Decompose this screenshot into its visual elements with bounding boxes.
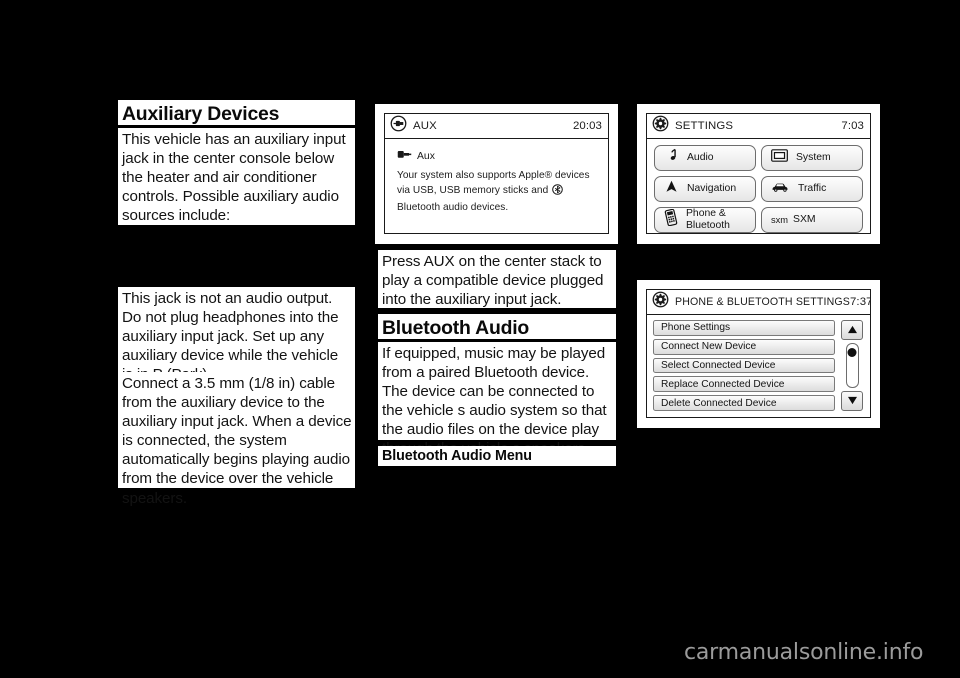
site-watermark: carmanualsonline.info xyxy=(684,640,924,665)
settings-tile-grid: Audio System Navigation Traffic Phone & … xyxy=(647,139,870,233)
registered-mark: ® xyxy=(544,170,553,181)
traffic-car-icon xyxy=(771,180,790,198)
column2-paragraph-2-block: If equipped, music may be played from a … xyxy=(378,342,616,457)
triangle-up-icon xyxy=(847,321,858,339)
column1-paragraph-2-block: This jack is not an audio output. Do not… xyxy=(118,287,355,384)
body-text: This vehicle has an auxiliary input jack… xyxy=(122,131,346,225)
settings-tile-navigation[interactable]: Navigation xyxy=(654,176,756,202)
scroll-down-button[interactable] xyxy=(841,391,863,411)
column1-heading-block: Auxiliary Devices xyxy=(118,100,355,125)
phone-bluetooth-screen: PHONE & BLUETOOTH SETTINGS 7:37 Phone Se… xyxy=(646,289,871,418)
settings-tile-label: SXM xyxy=(793,214,816,225)
aux-plug-icon xyxy=(390,115,407,137)
aux-description: Your system also supports Apple® devices… xyxy=(397,168,598,215)
aux-screen-titlebar: AUX 20:03 xyxy=(385,114,608,139)
scrollbar-track[interactable] xyxy=(845,343,859,388)
settings-screen-figure: SETTINGS 7:03 Audio System Navigation Tr… xyxy=(637,104,880,244)
aux-description-part3: Bluetooth audio devices. xyxy=(397,202,509,213)
settings-tile-label: Audio xyxy=(687,152,714,163)
scrollbar[interactable] xyxy=(840,320,864,411)
navigation-arrow-icon xyxy=(664,179,679,199)
column1-paragraph-3-block: Connect a 3.5 mm (1/8 in) cable from the… xyxy=(118,372,355,507)
aux-source-label: Aux xyxy=(417,150,435,162)
column1-paragraph-1-block: This vehicle has an auxiliary input jack… xyxy=(118,128,355,225)
list-item[interactable]: Connect New Device xyxy=(653,338,835,355)
display-icon xyxy=(771,149,788,167)
settings-tile-audio[interactable]: Audio xyxy=(654,145,756,171)
list-item[interactable]: Replace Connected Device xyxy=(653,376,835,393)
phone-bluetooth-titlebar: PHONE & BLUETOOTH SETTINGS 7:37 xyxy=(647,290,870,315)
manual-page: Auxiliary Devices This vehicle has an au… xyxy=(0,0,960,678)
aux-screen-figure: AUX 20:03 Aux Your system also supports … xyxy=(375,104,618,244)
page-title: Auxiliary Devices xyxy=(122,103,280,125)
settings-tile-label-line1: Phone & xyxy=(686,208,726,219)
phone-bluetooth-title: PHONE & BLUETOOTH SETTINGS xyxy=(675,296,850,308)
settings-screen-title: SETTINGS xyxy=(675,120,734,132)
aux-screen-title: AUX xyxy=(413,120,437,132)
phone-icon xyxy=(664,208,678,231)
settings-tile-label: System xyxy=(796,152,831,163)
settings-tile-traffic[interactable]: Traffic xyxy=(761,176,863,202)
list-item[interactable]: Delete Connected Device xyxy=(653,395,835,411)
settings-screen-titlebar: SETTINGS 7:03 xyxy=(647,114,870,139)
settings-tile-label: Phone & Bluetooth xyxy=(686,208,730,232)
list-item[interactable]: Phone Settings xyxy=(653,320,835,336)
column2-paragraph-1-block: Press AUX on the center stack to play a … xyxy=(378,250,616,308)
settings-screen-clock: 7:03 xyxy=(841,120,864,132)
column2-heading-block: Bluetooth Audio xyxy=(378,314,616,339)
phone-bluetooth-list-wrap: Phone Settings Connect New Device Select… xyxy=(647,315,870,417)
settings-tile-label: Navigation xyxy=(687,183,737,194)
aux-plug-small-icon xyxy=(397,147,412,165)
list-item[interactable]: Select Connected Device xyxy=(653,357,835,374)
column2-subheading-block: Bluetooth Audio Menu xyxy=(378,446,616,466)
settings-tile-system[interactable]: System xyxy=(761,145,863,171)
settings-tile-sxm[interactable]: sxm SXM xyxy=(761,207,863,233)
body-text: If equipped, music may be played from a … xyxy=(382,345,607,457)
settings-tile-label: Traffic xyxy=(798,183,827,194)
subsection-title: Bluetooth Audio Menu xyxy=(382,448,532,464)
triangle-down-icon xyxy=(847,392,858,410)
aux-screen: AUX 20:03 Aux Your system also supports … xyxy=(384,113,609,234)
settings-tile-label-line2: Bluetooth xyxy=(686,220,730,231)
settings-tile-phone-bluetooth[interactable]: Phone & Bluetooth xyxy=(654,207,756,233)
aux-screen-body: Aux Your system also supports Apple® dev… xyxy=(385,139,608,233)
aux-description-part1: Your system also supports Apple xyxy=(397,170,545,181)
aux-screen-clock: 20:03 xyxy=(572,120,602,132)
music-note-icon xyxy=(664,148,679,168)
aux-source-row: Aux xyxy=(397,147,598,165)
body-text: This jack is not an audio output. Do not… xyxy=(122,290,339,383)
phone-bluetooth-list: Phone Settings Connect New Device Select… xyxy=(653,320,835,411)
body-text: Connect a 3.5 mm (1/8 in) cable from the… xyxy=(122,375,352,507)
gear-icon xyxy=(652,291,669,313)
body-text: Press AUX on the center stack to play a … xyxy=(382,253,604,309)
scrollbar-thumb[interactable] xyxy=(847,348,857,357)
settings-screen: SETTINGS 7:03 Audio System Navigation Tr… xyxy=(646,113,871,234)
sxm-text-icon: sxm xyxy=(771,215,789,225)
section-title: Bluetooth Audio xyxy=(382,317,530,339)
gear-icon xyxy=(652,115,669,137)
scroll-up-button[interactable] xyxy=(841,320,863,340)
phone-bluetooth-screen-figure: PHONE & BLUETOOTH SETTINGS 7:37 Phone Se… xyxy=(637,280,880,428)
phone-bluetooth-clock: 7:37 xyxy=(850,296,871,308)
bluetooth-icon xyxy=(552,184,563,200)
